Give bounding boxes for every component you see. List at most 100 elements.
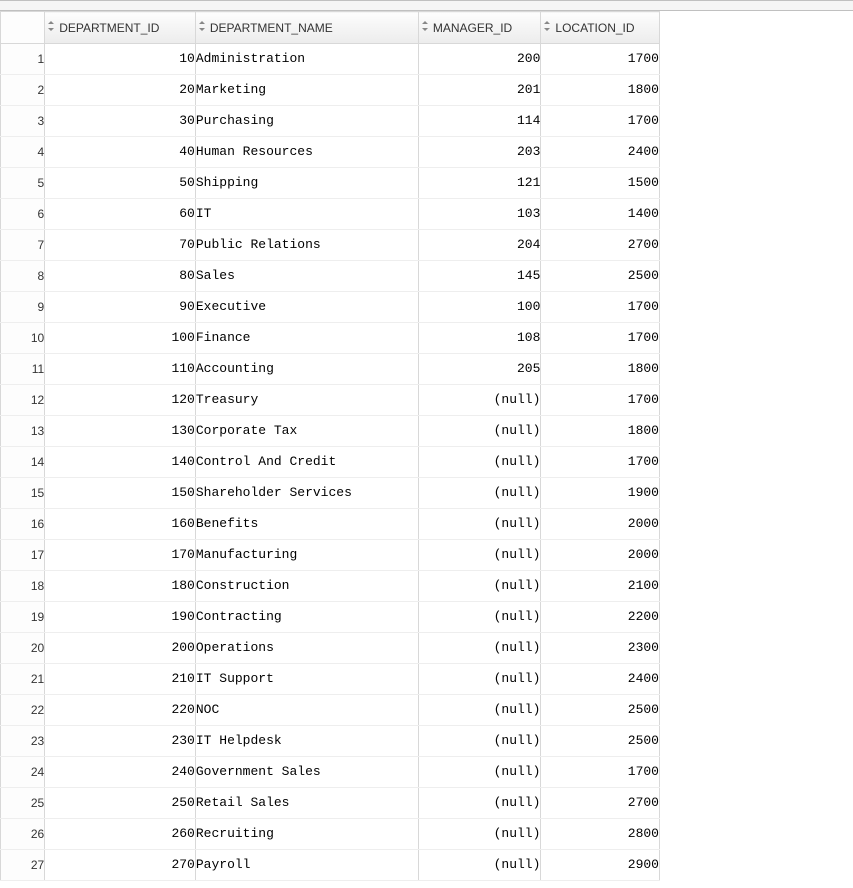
row-number[interactable]: 14 [1,446,45,477]
row-number[interactable]: 12 [1,384,45,415]
row-number[interactable]: 9 [1,291,45,322]
cell-location_id[interactable]: 1700 [541,322,660,353]
cell-department_id[interactable]: 100 [45,322,196,353]
cell-department_name[interactable]: Retail Sales [195,787,418,818]
cell-department_name[interactable]: Payroll [195,849,418,880]
cell-department_id[interactable]: 50 [45,167,196,198]
cell-location_id[interactable]: 2400 [541,663,660,694]
cell-manager_id[interactable]: 114 [418,105,541,136]
cell-location_id[interactable]: 2200 [541,601,660,632]
cell-manager_id[interactable]: (null) [418,539,541,570]
table-row[interactable]: 770Public Relations2042700 [1,229,660,260]
cell-department_id[interactable]: 200 [45,632,196,663]
row-number[interactable]: 27 [1,849,45,880]
cell-department_id[interactable]: 160 [45,508,196,539]
table-row[interactable]: 990Executive1001700 [1,291,660,322]
cell-location_id[interactable]: 1800 [541,415,660,446]
cell-manager_id[interactable]: (null) [418,601,541,632]
table-row[interactable]: 220Marketing2011800 [1,74,660,105]
row-number[interactable]: 24 [1,756,45,787]
cell-department_name[interactable]: Human Resources [195,136,418,167]
table-row[interactable]: 440Human Resources2032400 [1,136,660,167]
cell-department_id[interactable]: 80 [45,260,196,291]
cell-manager_id[interactable]: 100 [418,291,541,322]
cell-manager_id[interactable]: (null) [418,632,541,663]
table-row[interactable]: 21210IT Support(null)2400 [1,663,660,694]
cell-department_name[interactable]: Benefits [195,508,418,539]
table-row[interactable]: 26260Recruiting(null)2800 [1,818,660,849]
row-number[interactable]: 5 [1,167,45,198]
cell-department_name[interactable]: Administration [195,43,418,74]
cell-department_name[interactable]: Executive [195,291,418,322]
cell-location_id[interactable]: 2300 [541,632,660,663]
table-row[interactable]: 330Purchasing1141700 [1,105,660,136]
table-row[interactable]: 17170Manufacturing(null)2000 [1,539,660,570]
cell-location_id[interactable]: 2500 [541,725,660,756]
cell-location_id[interactable]: 1700 [541,384,660,415]
cell-manager_id[interactable]: (null) [418,756,541,787]
cell-location_id[interactable]: 1400 [541,198,660,229]
row-number[interactable]: 11 [1,353,45,384]
cell-manager_id[interactable]: (null) [418,725,541,756]
row-number[interactable]: 17 [1,539,45,570]
row-number[interactable]: 7 [1,229,45,260]
row-number[interactable]: 1 [1,43,45,74]
cell-department_id[interactable]: 170 [45,539,196,570]
column-header-manager-id[interactable]: MANAGER_ID [418,12,541,44]
cell-manager_id[interactable]: 204 [418,229,541,260]
cell-manager_id[interactable]: (null) [418,508,541,539]
row-number[interactable]: 19 [1,601,45,632]
cell-location_id[interactable]: 1500 [541,167,660,198]
cell-location_id[interactable]: 1700 [541,43,660,74]
cell-department_name[interactable]: Contracting [195,601,418,632]
row-number[interactable]: 8 [1,260,45,291]
cell-manager_id[interactable]: (null) [418,384,541,415]
cell-department_name[interactable]: Treasury [195,384,418,415]
cell-department_id[interactable]: 230 [45,725,196,756]
cell-department_name[interactable]: Purchasing [195,105,418,136]
cell-department_name[interactable]: Recruiting [195,818,418,849]
cell-department_id[interactable]: 70 [45,229,196,260]
row-number[interactable]: 3 [1,105,45,136]
table-row[interactable]: 15150Shareholder Services(null)1900 [1,477,660,508]
cell-manager_id[interactable]: (null) [418,446,541,477]
row-number[interactable]: 13 [1,415,45,446]
cell-department_name[interactable]: IT [195,198,418,229]
cell-location_id[interactable]: 2700 [541,229,660,260]
cell-location_id[interactable]: 2900 [541,849,660,880]
row-number[interactable]: 26 [1,818,45,849]
row-number[interactable]: 10 [1,322,45,353]
cell-location_id[interactable]: 2100 [541,570,660,601]
column-header-department-name[interactable]: DEPARTMENT_NAME [195,12,418,44]
cell-manager_id[interactable]: 201 [418,74,541,105]
cell-department_id[interactable]: 210 [45,663,196,694]
cell-manager_id[interactable]: (null) [418,477,541,508]
row-number[interactable]: 16 [1,508,45,539]
cell-location_id[interactable]: 2800 [541,818,660,849]
cell-department_id[interactable]: 30 [45,105,196,136]
cell-location_id[interactable]: 1700 [541,446,660,477]
row-number[interactable]: 15 [1,477,45,508]
table-row[interactable]: 27270Payroll(null)2900 [1,849,660,880]
table-row[interactable]: 19190Contracting(null)2200 [1,601,660,632]
table-row[interactable]: 18180Construction(null)2100 [1,570,660,601]
cell-department_name[interactable]: Marketing [195,74,418,105]
cell-location_id[interactable]: 2500 [541,260,660,291]
row-number[interactable]: 6 [1,198,45,229]
cell-department_id[interactable]: 20 [45,74,196,105]
cell-location_id[interactable]: 1800 [541,353,660,384]
cell-department_name[interactable]: Shipping [195,167,418,198]
table-row[interactable]: 11110Accounting2051800 [1,353,660,384]
table-row[interactable]: 25250Retail Sales(null)2700 [1,787,660,818]
cell-department_name[interactable]: Government Sales [195,756,418,787]
column-header-department-id[interactable]: DEPARTMENT_ID [45,12,196,44]
cell-location_id[interactable]: 2000 [541,508,660,539]
row-number[interactable]: 25 [1,787,45,818]
cell-department_name[interactable]: Shareholder Services [195,477,418,508]
cell-department_name[interactable]: Manufacturing [195,539,418,570]
row-number[interactable]: 21 [1,663,45,694]
table-row[interactable]: 12120Treasury(null)1700 [1,384,660,415]
cell-manager_id[interactable]: (null) [418,415,541,446]
table-row[interactable]: 24240Government Sales(null)1700 [1,756,660,787]
table-row[interactable]: 550Shipping1211500 [1,167,660,198]
